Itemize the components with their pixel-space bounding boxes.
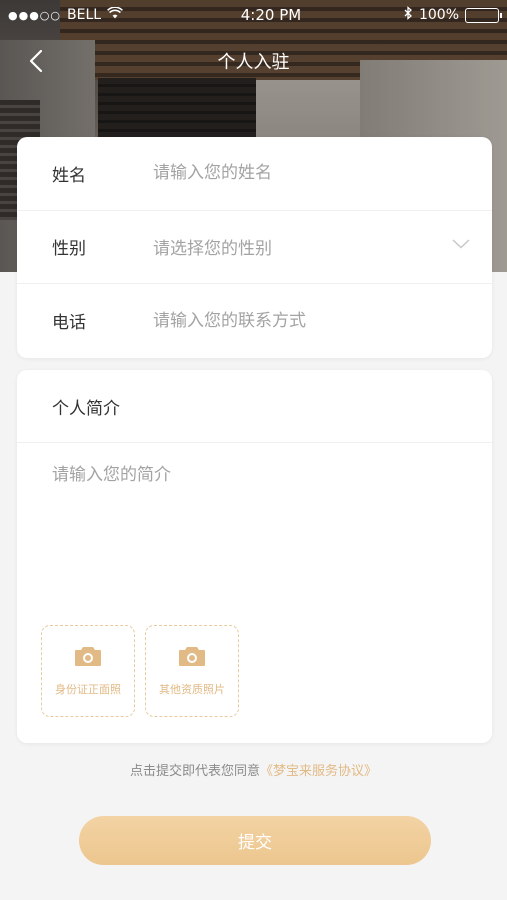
personal-intro-card: 个人简介 身份证正面照 其他资质照片: [17, 370, 492, 743]
service-agreement-link[interactable]: 《梦宝来服务协议》: [260, 764, 377, 779]
gender-select[interactable]: 请选择您的性别: [153, 234, 492, 259]
gender-label: 性别: [52, 239, 86, 260]
chevron-down-icon: [452, 238, 470, 249]
wifi-icon: [107, 6, 124, 23]
chevron-left-icon: [29, 49, 43, 73]
upload-id-photo-label: 身份证正面照: [55, 683, 121, 696]
camera-icon: [75, 647, 101, 666]
phone-row: 电话: [17, 284, 492, 358]
agreement-text: 点击提交即代表您同意: [129, 764, 260, 779]
battery-percent: 100%: [418, 7, 459, 23]
page-title: 个人入驻: [217, 52, 290, 73]
gender-row[interactable]: 性别 请选择您的性别: [17, 211, 492, 284]
carrier-name: BELL: [67, 7, 102, 23]
name-label: 姓名: [52, 165, 86, 186]
name-row: 姓名: [17, 137, 492, 211]
status-time: 4:20 PM: [240, 6, 302, 24]
upload-qualification-photo-button[interactable]: 其他资质照片: [145, 625, 239, 717]
submit-button[interactable]: 提交: [79, 816, 431, 865]
upload-qualification-photo-label: 其他资质照片: [159, 683, 225, 696]
navigation-bar: 个人入驻: [0, 36, 507, 86]
upload-id-photo-button[interactable]: 身份证正面照: [41, 625, 135, 717]
name-input[interactable]: [153, 163, 492, 184]
signal-strength-icon: ●●●○○: [8, 8, 61, 22]
agreement-notice: 点击提交即代表您同意《梦宝来服务协议》: [0, 760, 507, 779]
phone-label: 电话: [52, 313, 86, 334]
back-button[interactable]: [22, 47, 50, 75]
intro-title: 个人简介: [17, 370, 492, 443]
battery-icon: [465, 7, 502, 23]
camera-icon: [179, 647, 205, 666]
intro-textarea[interactable]: [52, 460, 472, 600]
bluetooth-icon: [404, 6, 413, 24]
personal-info-card: 姓名 性别 请选择您的性别 电话: [17, 137, 492, 358]
status-bar: ●●●○○ BELL 4:20 PM 100%: [0, 0, 507, 30]
phone-input[interactable]: [153, 310, 492, 331]
